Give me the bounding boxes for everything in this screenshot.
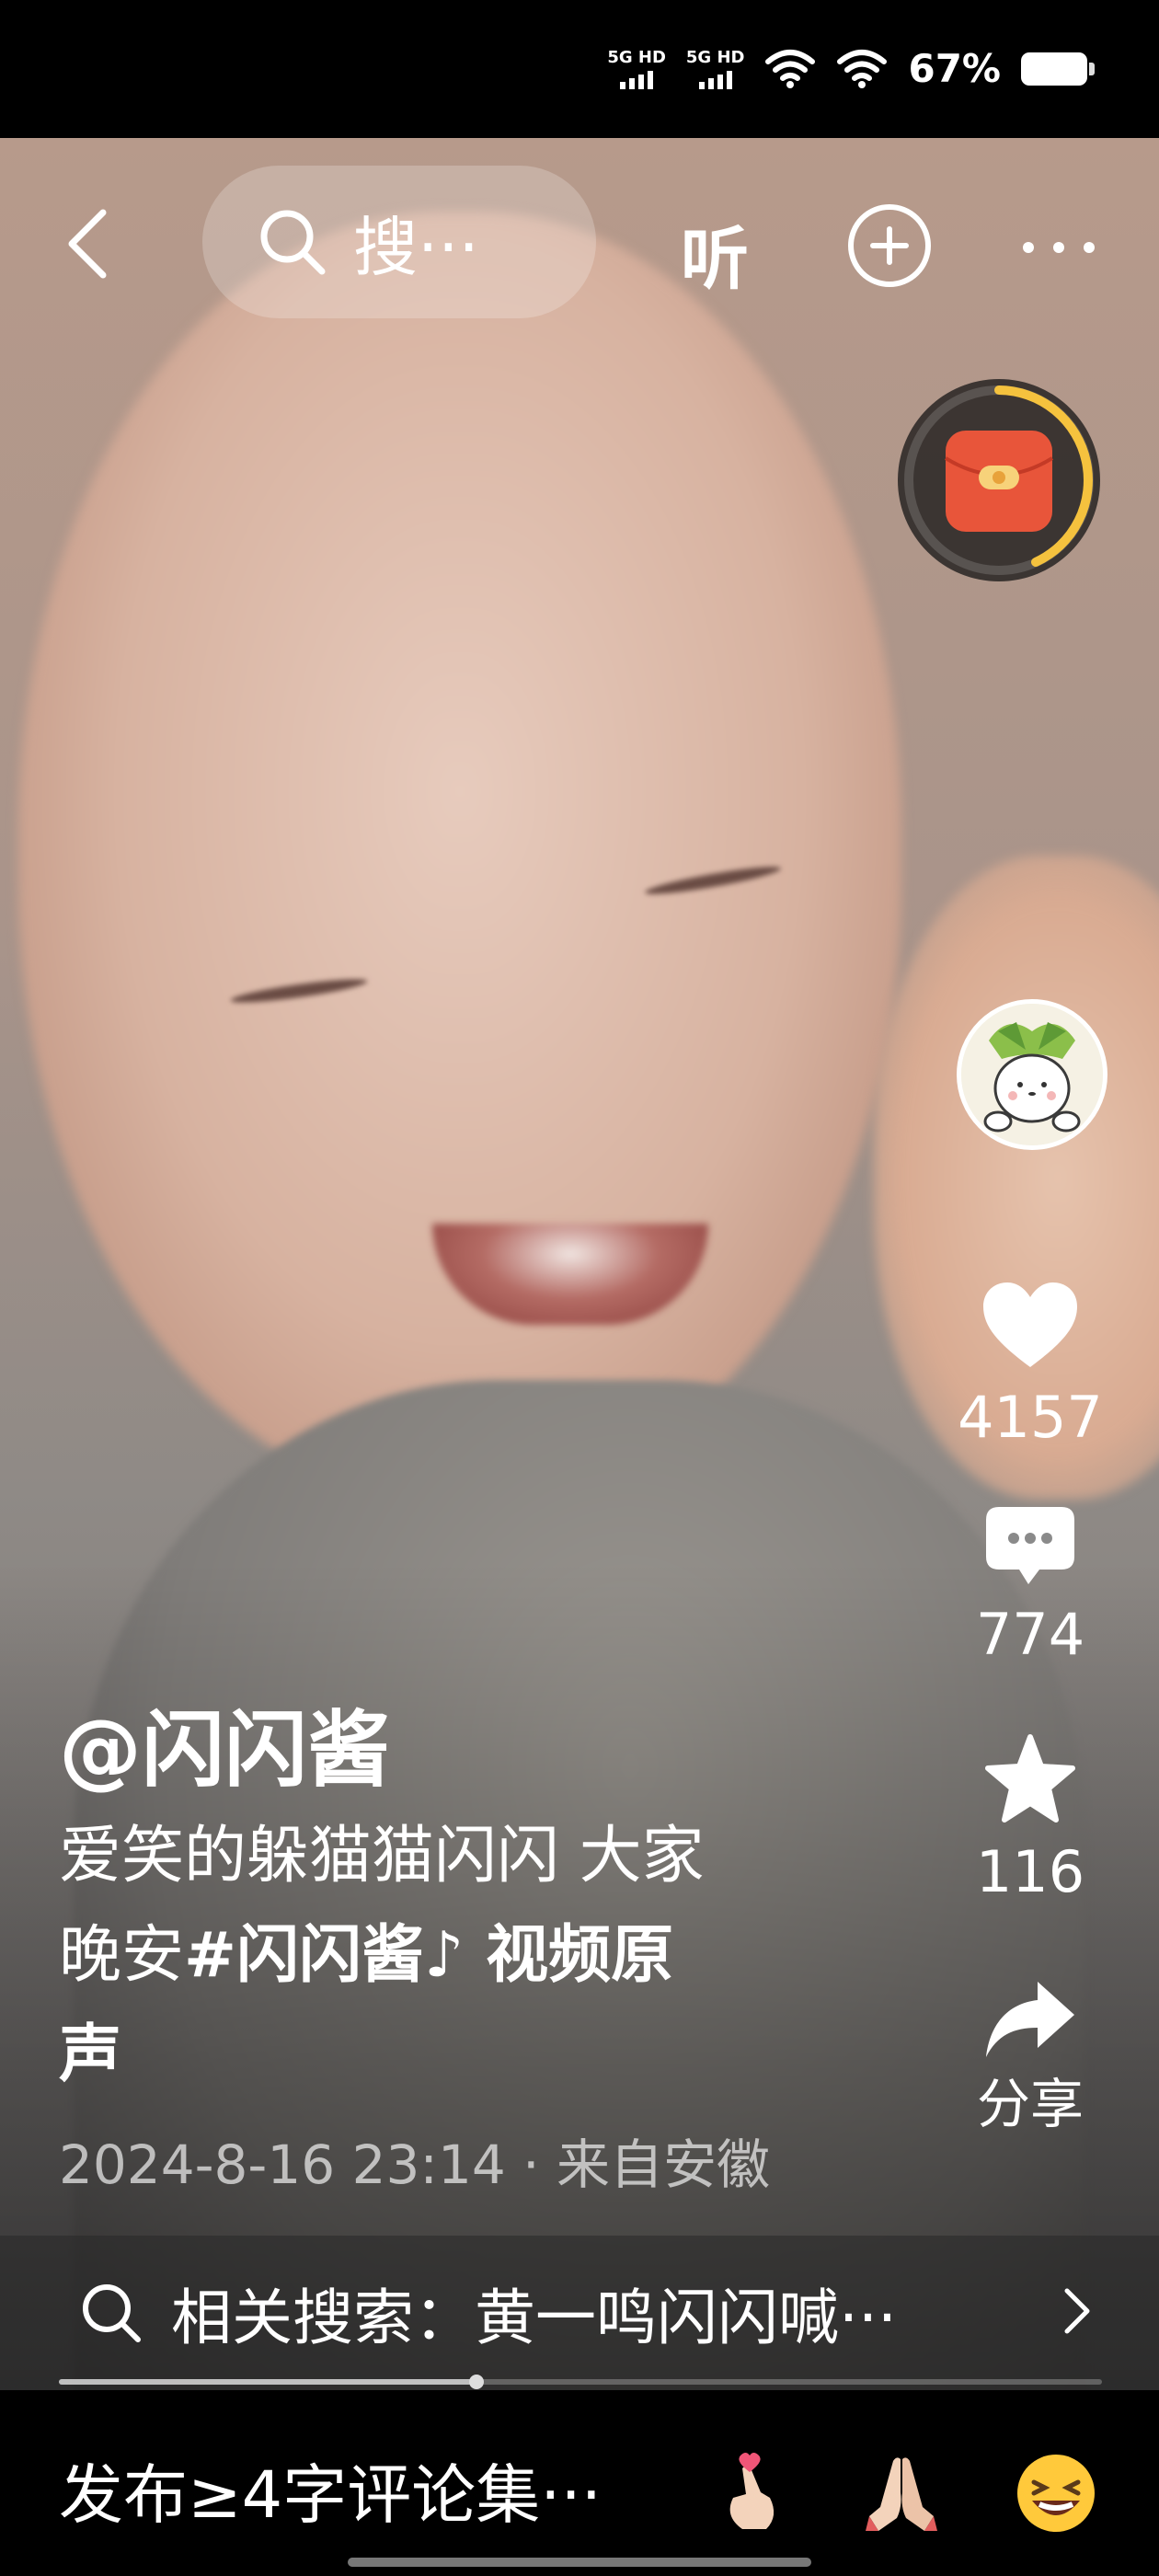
signal-bars-icon bbox=[620, 70, 654, 89]
music-original-link[interactable]: ♪ 视频原 bbox=[424, 1919, 673, 1992]
post-meta: 2024-8-16 23:14 · 来自安徽 bbox=[59, 2122, 859, 2199]
comment-count: 774 bbox=[975, 1601, 1085, 1668]
post-location: · 来自安徽 bbox=[505, 2133, 771, 2196]
creator-avatar[interactable] bbox=[957, 999, 1107, 1150]
like-action[interactable]: 4157 bbox=[952, 1279, 1108, 1446]
video-description: 爱笑的躲猫猫闪闪 大家 晚安#闪闪酱♪ 视频原 声 bbox=[59, 1807, 859, 2105]
comment-action[interactable]: 774 bbox=[952, 1503, 1108, 1663]
video-progress-bar[interactable] bbox=[59, 2375, 1102, 2389]
more-button[interactable] bbox=[1017, 206, 1100, 289]
dot-icon bbox=[1053, 242, 1064, 253]
share-action[interactable]: 分享 bbox=[952, 1978, 1108, 2131]
video-caption: @闪闪酱 爱笑的躲猫猫闪闪 大家 晚安#闪闪酱♪ 视频原 声 2024-8-16… bbox=[59, 1700, 859, 2199]
add-button[interactable] bbox=[848, 204, 931, 287]
author-name[interactable]: @闪闪酱 bbox=[59, 1700, 859, 1801]
post-date: 2024-8-16 23:14 bbox=[59, 2133, 506, 2196]
dot-icon bbox=[1084, 242, 1095, 253]
emoji-heart-hands-button[interactable] bbox=[701, 2447, 793, 2539]
status-bar: 5G HD 5G HD 67% bbox=[0, 0, 1159, 138]
wifi-plus-icon bbox=[765, 49, 816, 88]
related-search-label: 相关搜索：黄一鸣闪闪喊··· bbox=[171, 2283, 897, 2353]
dot-icon bbox=[1023, 242, 1034, 253]
description-line-2: 晚安 bbox=[59, 1919, 185, 1992]
comment-input[interactable]: 发布≥4字评论集··· bbox=[59, 2444, 602, 2536]
status-icons: 5G HD 5G HD 67% bbox=[607, 46, 1095, 91]
battery-icon bbox=[1021, 52, 1095, 86]
hashtag-link[interactable]: #闪闪酱 bbox=[184, 1919, 424, 1992]
chevron-right-icon bbox=[1064, 2288, 1090, 2334]
listen-button[interactable]: 听 bbox=[681, 204, 749, 303]
share-label: 分享 bbox=[976, 2073, 1084, 2135]
description-line-1: 爱笑的躲猫猫闪闪 大家 bbox=[59, 1820, 705, 1892]
top-nav: 搜··· 听 bbox=[0, 166, 1159, 322]
emoji-laugh-button[interactable] bbox=[1010, 2447, 1102, 2539]
share-arrow-icon bbox=[986, 1982, 1074, 2057]
avatar-image bbox=[961, 1004, 1103, 1145]
search-text: 搜··· bbox=[353, 209, 479, 285]
laughing-emoji-icon bbox=[1017, 2455, 1095, 2532]
video-progress-fill bbox=[59, 2379, 476, 2385]
home-indicator[interactable] bbox=[348, 2558, 811, 2567]
network-indicator-2: 5G HD bbox=[685, 47, 745, 89]
heart-icon bbox=[983, 1282, 1077, 1367]
comment-bar: 发布≥4字评论集··· bbox=[0, 2392, 1159, 2576]
description-line-3[interactable]: 声 bbox=[59, 2018, 121, 2091]
network-label-2: 5G HD bbox=[685, 47, 745, 67]
video-progress-knob[interactable] bbox=[468, 2375, 484, 2389]
comment-icon bbox=[986, 1507, 1074, 1584]
back-button[interactable] bbox=[55, 202, 120, 285]
search-input[interactable]: 搜··· bbox=[202, 166, 596, 318]
chevron-left-icon bbox=[68, 209, 107, 279]
network-indicator-1: 5G HD bbox=[607, 47, 666, 89]
signal-bars-icon bbox=[698, 70, 732, 89]
search-icon bbox=[260, 210, 326, 275]
wifi-icon bbox=[837, 49, 888, 88]
pray-emoji-icon bbox=[866, 2457, 937, 2531]
favorite-count: 116 bbox=[975, 1838, 1085, 1905]
finger-heart-emoji-icon bbox=[729, 2453, 775, 2529]
red-envelope-icon bbox=[904, 385, 1094, 575]
battery-percent: 67% bbox=[908, 46, 1001, 91]
emoji-pray-button[interactable] bbox=[855, 2447, 947, 2539]
star-icon bbox=[985, 1734, 1075, 1823]
like-count: 4157 bbox=[958, 1384, 1103, 1451]
favorite-action[interactable]: 116 bbox=[952, 1733, 1108, 1901]
plus-icon bbox=[870, 226, 909, 265]
search-icon bbox=[83, 2284, 141, 2342]
red-envelope-button[interactable] bbox=[898, 379, 1100, 581]
network-label-1: 5G HD bbox=[607, 47, 666, 67]
video-subject-face bbox=[18, 212, 901, 1500]
related-search-bar[interactable]: 相关搜索：黄一鸣闪闪喊··· bbox=[0, 2236, 1159, 2390]
